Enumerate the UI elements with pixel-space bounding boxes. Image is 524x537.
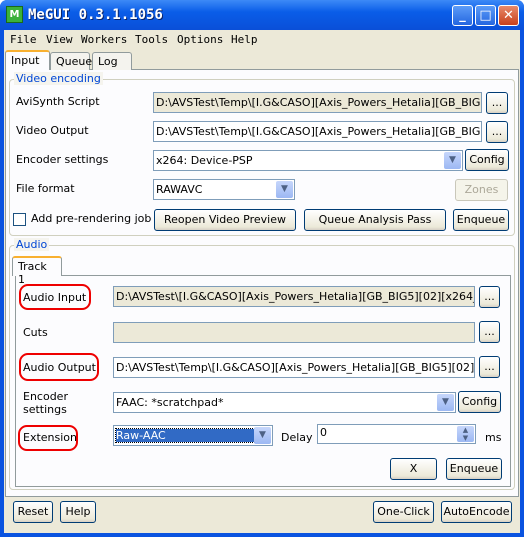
audio-output-field[interactable]: D:\AVSTest\Temp\[I.G&CASO][Axis_Powers_H… xyxy=(113,357,475,378)
video-enqueue-button[interactable]: Enqueue xyxy=(453,209,509,231)
cuts-field[interactable] xyxy=(113,322,475,343)
audio-clear-button[interactable]: X xyxy=(390,458,437,480)
video-encoder-value: x264: Device-PSP xyxy=(156,154,253,167)
tab-queue[interactable]: Queue xyxy=(50,52,92,70)
audio-enqueue-button[interactable]: Enqueue xyxy=(446,458,502,480)
menu-view[interactable]: View xyxy=(46,33,73,46)
close-button[interactable]: ✕ xyxy=(498,5,519,26)
video-config-button[interactable]: Config xyxy=(465,149,509,171)
chevron-down-icon[interactable]: ▼ xyxy=(276,181,293,198)
ms-label: ms xyxy=(485,431,502,444)
delay-spinner[interactable]: 0 ▲ ▼ xyxy=(317,424,476,444)
minimize-button[interactable]: _ xyxy=(452,5,473,26)
spinner-arrows-icon[interactable]: ▲ ▼ xyxy=(457,426,474,442)
audio-output-browse-button[interactable]: ... xyxy=(479,356,500,378)
file-format-value: RAWAVC xyxy=(156,183,203,196)
chevron-down-icon[interactable]: ▼ xyxy=(254,427,271,444)
audio-encoder-label-1: Encoder xyxy=(23,390,68,403)
menu-options[interactable]: Options xyxy=(177,33,223,46)
audio-encoder-value: FAAC: *scratchpad* xyxy=(116,396,224,409)
avisynth-input[interactable]: D:\AVSTest\Temp\[I.G&CASO][Axis_Powers_H… xyxy=(153,92,482,113)
extension-value: Raw-AAC xyxy=(115,428,255,443)
reset-button[interactable]: Reset xyxy=(13,501,53,523)
avisynth-label: AviSynth Script xyxy=(16,95,100,108)
reopen-preview-button[interactable]: Reopen Video Preview xyxy=(154,209,296,231)
menu-file[interactable]: File xyxy=(10,33,37,46)
video-encoding-legend: Video encoding xyxy=(14,72,103,85)
menu-tools[interactable]: Tools xyxy=(135,33,168,46)
megui-app-icon: M xyxy=(6,6,23,23)
audio-config-button[interactable]: Config xyxy=(458,391,501,413)
delay-value: 0 xyxy=(320,426,327,439)
chevron-down-icon[interactable]: ▼ xyxy=(437,394,454,411)
audio-legend: Audio xyxy=(14,238,50,251)
audio-output-label: Audio Output xyxy=(23,361,96,374)
video-output-input[interactable]: D:\AVSTest\Temp\[I.G&CASO][Axis_Powers_H… xyxy=(153,121,482,142)
file-format-select[interactable]: RAWAVC ▼ xyxy=(153,179,295,200)
delay-label: Delay xyxy=(281,431,313,444)
extension-select[interactable]: Raw-AAC ▼ xyxy=(113,425,273,446)
video-output-label: Video Output xyxy=(16,124,89,137)
file-format-label: File format xyxy=(16,182,75,195)
chevron-down-icon[interactable]: ▼ xyxy=(444,152,461,169)
menu-workers[interactable]: Workers xyxy=(81,33,127,46)
prerender-label: Add pre-rendering job xyxy=(31,212,152,225)
tab-input[interactable]: Input xyxy=(5,50,50,70)
window-title: MeGUI 0.3.1.1056 xyxy=(28,7,163,23)
audio-encoder-select[interactable]: FAAC: *scratchpad* ▼ xyxy=(113,392,456,413)
audio-encoder-label-2: settings xyxy=(23,403,67,416)
queue-analysis-button[interactable]: Queue Analysis Pass xyxy=(304,209,446,231)
audio-input-field[interactable]: D:\AVSTest\[I.G&CASO][Axis_Powers_Hetali… xyxy=(113,286,475,307)
help-button[interactable]: Help xyxy=(60,501,96,523)
menu-help[interactable]: Help xyxy=(231,33,258,46)
cuts-label: Cuts xyxy=(23,326,48,339)
zones-button[interactable]: Zones xyxy=(455,179,508,201)
extension-label: Extension xyxy=(23,431,78,444)
audio-input-label: Audio Input xyxy=(23,291,87,304)
encoder-settings-label: Encoder settings xyxy=(16,153,109,166)
tab-track-1[interactable]: Track 1 xyxy=(12,256,62,286)
one-click-button[interactable]: One-Click xyxy=(373,501,434,523)
cuts-browse-button[interactable]: ... xyxy=(479,321,500,343)
video-encoder-select[interactable]: x264: Device-PSP ▼ xyxy=(153,150,463,171)
prerender-checkbox[interactable] xyxy=(13,213,26,226)
video-output-browse-button[interactable]: ... xyxy=(486,121,508,143)
audio-input-browse-button[interactable]: ... xyxy=(479,286,500,308)
autoencode-button[interactable]: AutoEncode xyxy=(441,501,512,523)
tab-log[interactable]: Log xyxy=(92,52,132,70)
avisynth-browse-button[interactable]: ... xyxy=(486,92,508,114)
maximize-button[interactable]: □ xyxy=(475,5,496,26)
